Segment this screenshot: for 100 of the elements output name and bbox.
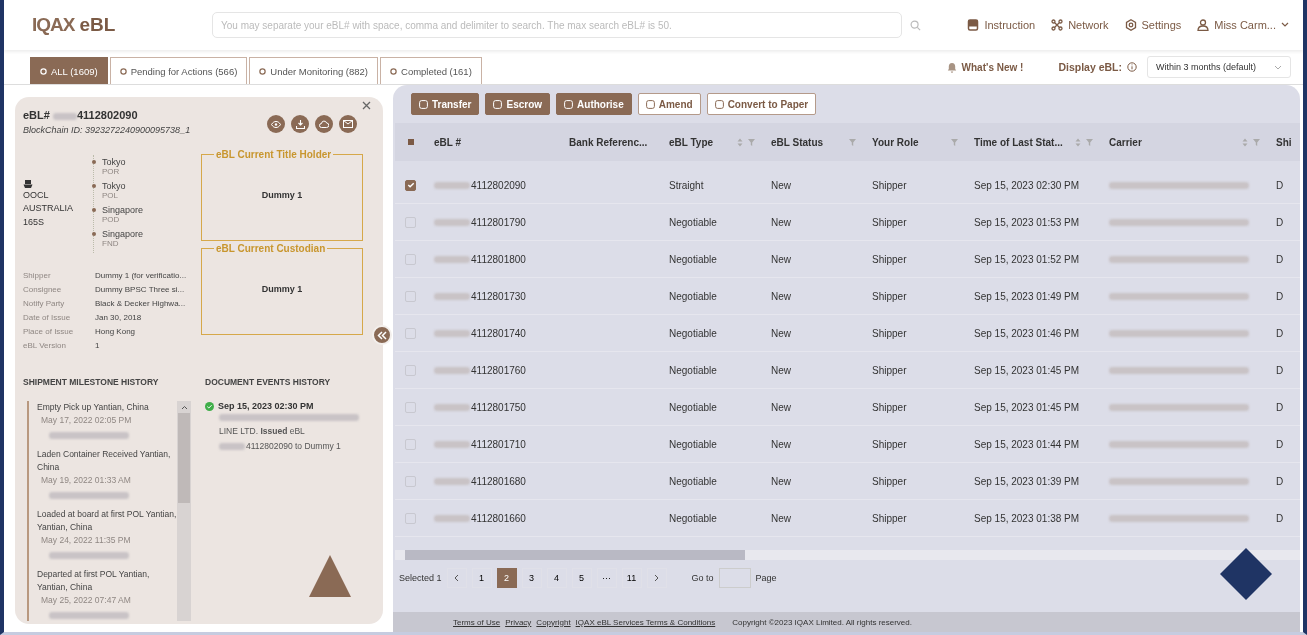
table-cell[interactable]: 4112802090 xyxy=(471,179,526,191)
milestone-event: Laden Container Received Yantian, China xyxy=(37,448,172,474)
table-cell[interactable]: 4112801710 xyxy=(471,438,526,450)
table-cell[interactable]: 4112801790 xyxy=(471,216,526,228)
table-cell: Sep 15, 2023 01:44 PM xyxy=(974,438,1080,450)
toolbar-button[interactable]: Amend xyxy=(637,93,701,115)
table-cell: New xyxy=(771,327,791,339)
tab[interactable]: Under Monitoring (882) xyxy=(249,57,379,84)
table-cell: Shipper xyxy=(872,327,907,339)
toolbar-button[interactable]: Escrow xyxy=(485,93,551,115)
table-cell: D xyxy=(1276,253,1284,265)
nav-link[interactable]: Instruction xyxy=(967,19,1036,31)
table-cell: Sep 15, 2023 01:45 PM xyxy=(974,364,1080,376)
event-text: LINE LTD. Issued eBL xyxy=(218,425,306,438)
footer-link[interactable]: IQAX eBL Services Terms & Conditions xyxy=(575,617,716,627)
box-legend: eBL Current Custodian xyxy=(214,243,328,254)
nav-link[interactable]: Settings xyxy=(1124,19,1182,31)
nav-link[interactable]: Network xyxy=(1051,19,1109,31)
display-label: Display eBL: xyxy=(1058,61,1122,73)
milestone-date: May 24, 2022 11:35 PM xyxy=(40,535,132,545)
column-header[interactable]: Your Role xyxy=(872,136,919,148)
page-button[interactable]: 11 xyxy=(621,568,642,588)
copyright-text: Copyright ©2023 IQAX Limited. All rights reserved. xyxy=(732,617,912,627)
footer-link[interactable]: Privacy xyxy=(505,617,532,627)
page-button[interactable]: ··· xyxy=(596,568,617,588)
field-value: Dummy BPSC Three si... xyxy=(95,285,185,296)
route-code: FND xyxy=(102,239,120,248)
table-cell: Straight xyxy=(669,179,704,191)
event-time: Sep 15, 2023 02:30 PM xyxy=(218,401,314,411)
box-legend: eBL Current Title Holder xyxy=(214,149,334,160)
whats-new-link[interactable]: What's New ! xyxy=(946,61,1024,73)
route-place: Singapore xyxy=(102,205,144,215)
table-cell[interactable]: 4112801750 xyxy=(471,401,526,413)
table-cell: D xyxy=(1276,179,1284,191)
table-cell: Sep 15, 2023 01:52 PM xyxy=(974,253,1080,265)
table-cell: Negotiable xyxy=(669,216,717,228)
custodian-name: Dummy 1 xyxy=(260,283,304,294)
section-heading: SHIPMENT MILESTONE HISTORY xyxy=(23,377,160,387)
column-header[interactable]: eBL Type xyxy=(669,136,714,148)
table-cell: Negotiable xyxy=(669,290,717,302)
table-cell: D xyxy=(1276,401,1284,413)
milestone-event: Empty Pick up Yantian, China xyxy=(37,401,150,414)
footer-link[interactable]: Terms of Use xyxy=(453,617,501,627)
blockchain-id: BlockChain ID: 3923272240900095738_1 xyxy=(23,125,191,135)
table-cell: Sep 15, 2023 01:49 PM xyxy=(974,290,1080,302)
tab[interactable]: Completed (161) xyxy=(380,57,482,84)
column-header[interactable]: Shi xyxy=(1276,136,1292,148)
field-value: 1 xyxy=(95,341,100,352)
table-cell: Shipper xyxy=(872,216,907,228)
table-cell: Sep 15, 2023 01:39 PM xyxy=(974,475,1080,487)
table-cell: Negotiable xyxy=(669,475,717,487)
table-cell: New xyxy=(771,179,791,191)
page-button[interactable]: 3 xyxy=(521,568,542,588)
table-cell[interactable]: 4112801660 xyxy=(471,512,526,524)
table-cell: Sep 15, 2023 01:38 PM xyxy=(974,512,1080,524)
column-header[interactable]: eBL # xyxy=(434,136,462,148)
table-cell[interactable]: 4112801680 xyxy=(471,475,526,487)
route-place: Tokyo xyxy=(102,157,126,167)
search-field[interactable]: You may separate your eBL# with space, comma and delimiter to search. The max search eBL# is 50. xyxy=(212,12,902,38)
route-code: POR xyxy=(102,167,121,176)
toolbar-button[interactable]: Authorise xyxy=(556,93,632,115)
column-header[interactable]: Carrier xyxy=(1109,136,1142,148)
event-target: 4112802090 to Dummy 1 xyxy=(246,441,341,451)
holder-name: Dummy 1 xyxy=(260,189,304,200)
column-header[interactable]: Bank Referenc... xyxy=(569,136,648,148)
table-cell: New xyxy=(771,475,791,487)
page-button[interactable]: 1 xyxy=(471,568,492,588)
page-button[interactable]: 4 xyxy=(546,568,567,588)
table-cell: Sep 15, 2023 01:45 PM xyxy=(974,401,1080,413)
column-header[interactable]: eBL Status xyxy=(771,136,824,148)
toolbar-button[interactable]: Convert to Paper xyxy=(706,93,817,115)
tab[interactable]: ALL (1609) xyxy=(30,57,108,84)
table-cell[interactable]: 4112801800 xyxy=(471,253,526,265)
table-cell: D xyxy=(1276,364,1284,376)
table-cell: Sep 15, 2023 02:30 PM xyxy=(974,179,1080,191)
field-value: Jan 30, 2018 xyxy=(95,313,142,324)
tab[interactable]: Pending for Actions (566) xyxy=(109,57,248,84)
table-cell: Shipper xyxy=(872,438,907,450)
route-place: Tokyo xyxy=(102,181,126,191)
display-dropdown[interactable]: Within 3 months (default) xyxy=(1147,56,1291,78)
table-cell: D xyxy=(1276,327,1284,339)
table-cell: Negotiable xyxy=(669,401,717,413)
page-button[interactable]: 5 xyxy=(571,568,592,588)
column-header[interactable]: Time of Last Stat... xyxy=(974,136,1063,148)
field-value: Black & Decker Highwa... xyxy=(95,299,186,310)
table-cell[interactable]: 4112801740 xyxy=(471,327,526,339)
footer-link[interactable]: Copyright xyxy=(536,617,571,627)
table-cell: New xyxy=(771,401,791,413)
table-cell: Shipper xyxy=(872,290,907,302)
vessel-name: OOCL AUSTRALIA 165S xyxy=(23,188,74,229)
toolbar-button[interactable]: Transfer xyxy=(411,93,480,115)
table-cell: Negotiable xyxy=(669,364,717,376)
page-button[interactable]: 2 xyxy=(496,568,517,588)
table-cell[interactable]: 4112801760 xyxy=(471,364,526,376)
table-cell[interactable]: 4112801730 xyxy=(471,290,526,302)
logo-mark: IQAX xyxy=(32,14,75,36)
table-cell: D xyxy=(1276,290,1284,302)
goto-label: Go to xyxy=(691,573,714,583)
table-cell: New xyxy=(771,438,791,450)
nav-link[interactable]: Miss Carm... xyxy=(1197,19,1289,31)
